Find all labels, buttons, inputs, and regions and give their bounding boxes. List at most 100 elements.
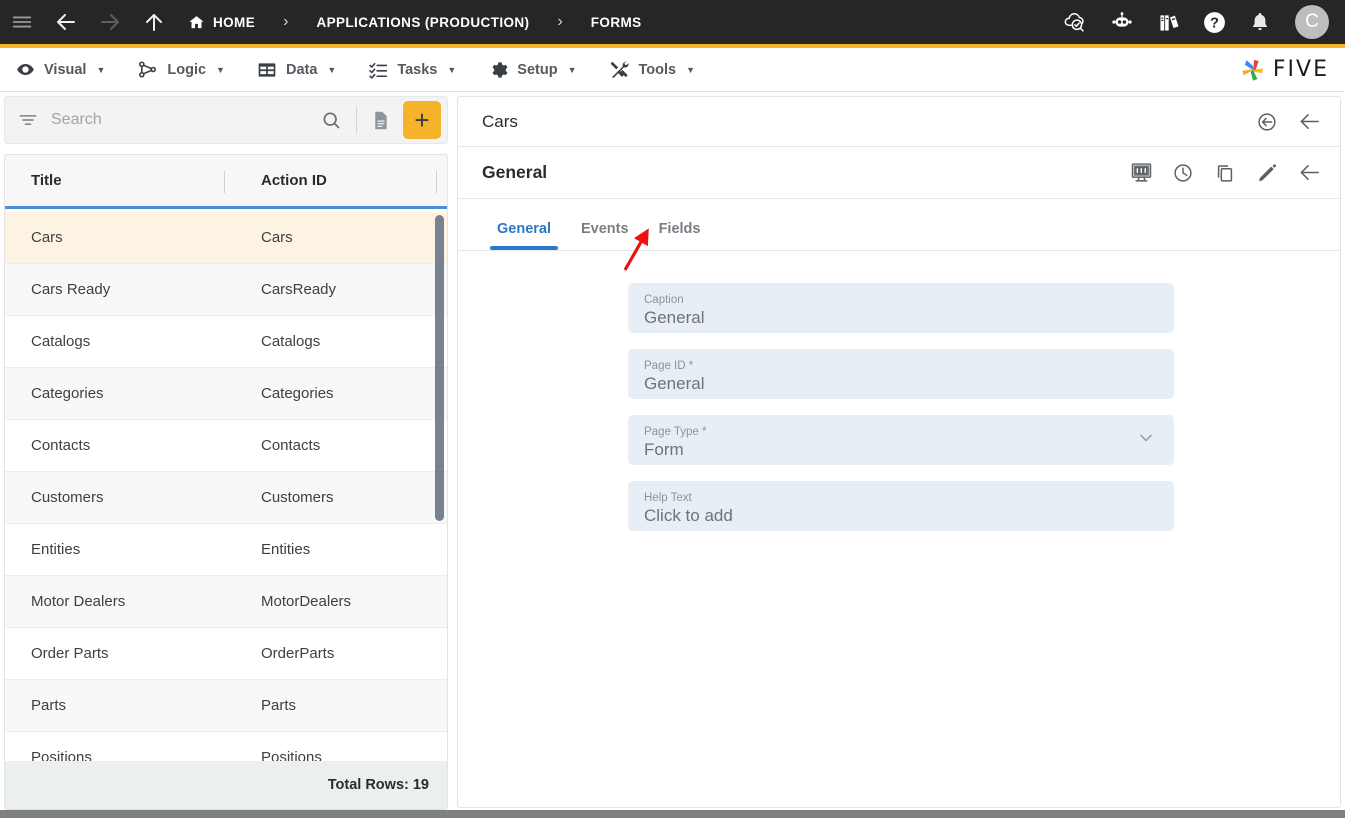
page-type-field-value: Form [644,440,684,459]
cloud-check-icon[interactable] [1059,0,1093,46]
filter-icon[interactable] [11,110,45,130]
table-row[interactable]: Contacts Contacts [5,420,447,472]
column-divider[interactable] [436,171,437,193]
toolbar-divider [356,107,357,133]
table-row[interactable]: Entities Entities [5,524,447,576]
table-row[interactable]: Order Parts OrderParts [5,628,447,680]
hamburger-menu-icon[interactable] [0,0,44,46]
search-icon[interactable] [314,110,348,130]
page-type-field[interactable]: Page Type * Form [628,415,1174,465]
cell-action-id: Parts [261,697,297,714]
grid-header-row: Title Action ID [5,155,447,209]
copy-icon[interactable] [1208,156,1242,190]
top-navigation-bar: HOME › APPLICATIONS (PRODUCTION) › FORMS [0,0,1345,48]
pencil-icon[interactable] [1250,156,1284,190]
general-form: Caption General Page ID * General Page T… [458,251,1340,531]
form-preview-icon[interactable] [1124,156,1158,190]
books-icon[interactable] [1151,0,1185,46]
bell-icon[interactable] [1243,0,1277,46]
menu-item-logic[interactable]: Logic ▼ [121,48,241,92]
table-row[interactable]: Motor Dealers MotorDealers [5,576,447,628]
five-logo-text: FIVE [1272,57,1329,82]
table-row[interactable]: Catalogs Catalogs [5,316,447,368]
table-row[interactable]: Positions Positions [5,732,447,761]
menu-item-label: Visual [44,61,87,78]
tools-icon [609,59,630,80]
menu-item-data[interactable]: Data ▼ [241,48,352,92]
search-input[interactable] [45,111,314,129]
back-arrow-icon[interactable] [44,0,88,46]
breadcrumb-separator: › [283,13,289,30]
horizontal-scrollbar[interactable] [0,810,1345,818]
chevron-down-icon[interactable] [1136,428,1156,453]
menu-item-label: Tasks [397,61,438,78]
table-row[interactable]: Categories Categories [5,368,447,420]
back-arrow-icon[interactable] [1292,156,1326,190]
help-icon[interactable]: ? [1197,0,1231,46]
forward-arrow-icon[interactable] [88,0,132,46]
cell-action-id: Customers [261,489,334,506]
menu-item-setup[interactable]: Setup ▼ [472,48,592,92]
menu-item-label: Logic [167,61,207,78]
column-header-title[interactable]: Title [5,172,235,189]
column-divider[interactable] [224,171,225,193]
tab-general[interactable]: General [482,221,566,250]
back-arrow-icon[interactable] [1292,105,1326,139]
up-arrow-icon[interactable] [132,0,176,46]
cell-title: Customers [31,489,104,506]
page-id-field-label: Page ID * [644,360,694,372]
column-header-action-id[interactable]: Action ID [235,172,431,189]
cell-action-id: Positions [261,749,322,761]
caption-field-value: General [644,308,705,327]
page-title: General [482,162,548,182]
cell-action-id: Entities [261,541,311,558]
chevron-down-icon: ▼ [96,64,106,75]
chevron-down-icon: ▼ [686,64,696,75]
cell-title: Categories [31,385,104,402]
avatar[interactable]: C [1295,5,1329,39]
menu-item-label: Data [285,61,318,78]
cell-action-id: Categories [261,385,334,402]
menu-item-label: Tools [638,61,677,78]
breadcrumb-item-applications[interactable]: APPLICATIONS (PRODUCTION) [312,15,533,30]
cell-title: Parts [31,697,67,714]
clock-icon[interactable] [1166,156,1200,190]
checklist-icon [368,60,388,80]
breadcrumb-item-forms[interactable]: FORMS [587,15,646,30]
menu-item-visual[interactable]: Visual ▼ [0,48,121,92]
tab-fields[interactable]: Fields [644,221,716,250]
table-row[interactable]: Cars Cars [5,212,447,264]
table-row[interactable]: Cars Ready CarsReady [5,264,447,316]
caption-field[interactable]: Caption General [628,283,1174,333]
table-row[interactable]: Customers Customers [5,472,447,524]
cell-title: Contacts [31,437,91,454]
menu-item-tools[interactable]: Tools ▼ [593,48,712,92]
page-id-field[interactable]: Page ID * General [628,349,1174,399]
document-icon[interactable] [365,110,395,131]
grid-body[interactable]: Cars Cars Cars Ready CarsReady Catalogs … [5,212,447,761]
svg-text:?: ? [1210,15,1219,31]
revert-circle-icon[interactable] [1250,105,1284,139]
cell-action-id: Contacts [261,437,321,454]
breadcrumb-item-home[interactable]: HOME [184,14,259,31]
flow-nodes-icon [137,59,158,80]
help-text-field-value: Click to add [644,506,733,525]
chevron-down-icon: ▼ [216,64,225,75]
robot-icon[interactable] [1105,0,1139,46]
cell-title: Positions [31,749,92,761]
help-text-field[interactable]: Help Text Click to add [628,481,1174,531]
tab-events[interactable]: Events [566,221,644,250]
record-header: Cars [458,97,1340,147]
cell-title: Cars Ready [31,281,111,298]
breadcrumb: HOME › APPLICATIONS (PRODUCTION) › FORMS [184,14,646,31]
table-icon [257,60,277,80]
page-type-field-label: Page Type * [644,426,707,438]
help-text-field-label: Help Text [644,492,692,504]
forms-list-panel: + Title Action ID Cars Cars Cars Ready C… [4,96,448,810]
menu-item-tasks[interactable]: Tasks ▼ [352,48,472,92]
add-form-button[interactable]: + [403,101,441,139]
chevron-down-icon: ▼ [327,64,337,75]
cell-action-id: MotorDealers [261,593,352,610]
vertical-scrollbar[interactable] [435,215,444,521]
table-row[interactable]: Parts Parts [5,680,447,732]
